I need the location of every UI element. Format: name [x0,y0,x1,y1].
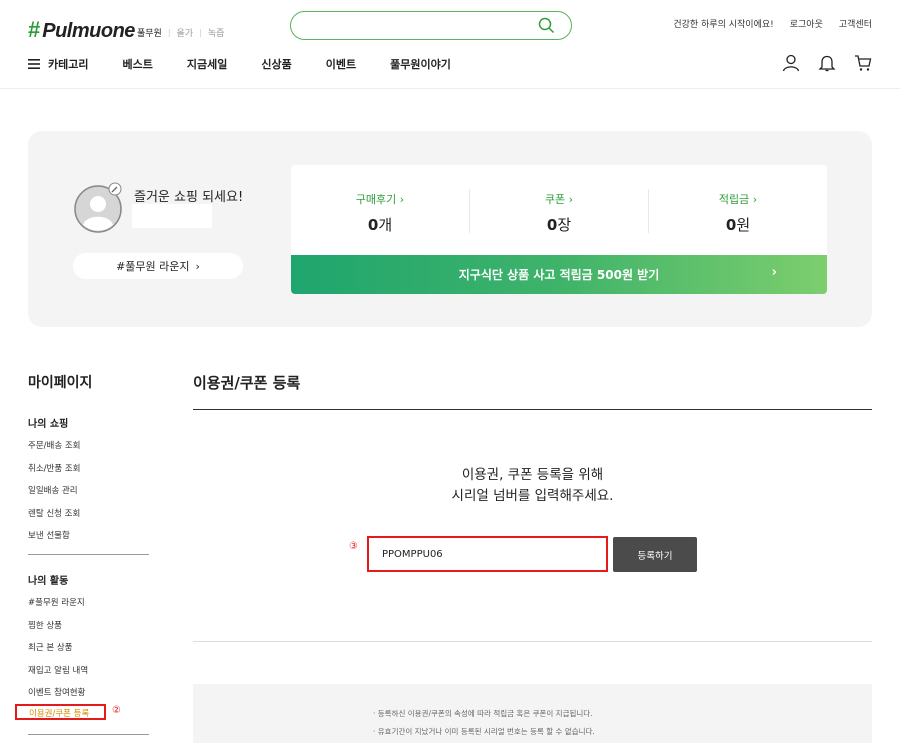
annotation-marker-3: ③ [349,541,358,552]
sidebar-item-orders[interactable]: 주문/배송 조회 [28,440,81,463]
avatar [73,182,123,233]
instruction-line: 이용권, 쿠폰 등록을 위해 [461,467,604,483]
sidebar-item-sent-gifts[interactable]: 보낸 선물함 [28,530,81,553]
sidebar-divider [28,734,149,735]
customer-center-link[interactable]: 고객센터 [839,17,872,30]
stat-value: 0 [546,216,558,234]
main-nav: 카테고리 베스트 지금세일 신상품 이벤트 풀무원이야기 [28,56,485,72]
stat-coupons[interactable]: 쿠폰 › 0장 [470,191,648,235]
sidebar-item-restock[interactable]: 재입고 알림 내역 [28,665,88,688]
greeting-text: 즐거운 쇼핑 되세요! [134,190,244,205]
nav-new[interactable]: 신상품 [261,56,291,72]
notice-line: · 유효기간이 지났거나 이미 등록된 시리얼 번호는 등록 할 수 없습니다. [373,727,595,736]
chevron-right-icon: › [568,193,574,206]
notice-line: · 등록하신 이용권/쿠폰의 속성에 따라 적립금 혹은 쿠폰이 지급됩니다. [373,709,593,718]
sidebar-item-lounge[interactable]: #풀무원 라운지 [28,597,88,620]
nav-story[interactable]: 풀무원이야기 [390,56,451,72]
category-menu-button[interactable]: 카테고리 [28,56,88,72]
nav-best[interactable]: 베스트 [122,56,152,72]
banner-text: 지구식단 상품 사고 적립금 500원 받기 [458,268,660,282]
serial-number-input[interactable] [382,538,602,570]
sidebar-group-activity: 나의 활동 #풀무원 라운지 찜한 상품 최근 본 상품 재입고 알림 내역 이… [28,572,88,710]
sidebar-item-daily-delivery[interactable]: 일일배송 관리 [28,485,81,508]
title-divider [193,409,872,410]
search-bar [290,11,572,40]
stat-value: 0 [725,216,737,234]
user-name-box [132,204,212,228]
stat-points[interactable]: 적립금 › 0원 [649,191,827,235]
logo-text: Pulmuone [42,20,135,42]
chevron-right-icon: › [399,193,405,206]
header-divider [0,88,900,89]
stat-label: 적립금 [718,193,750,206]
lounge-button[interactable]: #풀무원 라운지 › [73,253,243,279]
chevron-right-icon: › [752,193,758,206]
bell-icon[interactable] [818,54,836,76]
sidebar-item-rental[interactable]: 렌탈 신청 조회 [28,508,81,531]
sidebar-group-title: 나의 쇼핑 [28,419,69,430]
sidebar-item-cancel-return[interactable]: 취소/반품 조회 [28,463,81,486]
stats-card: 구매후기 › 0개 쿠폰 › 0장 적립금 › 0원 지구식단 상품 사고 적립… [291,165,827,294]
stat-unit: 개 [378,216,393,234]
promo-banner[interactable]: 지구식단 상품 사고 적립금 500원 받기 › [291,255,827,294]
nav-event[interactable]: 이벤트 [326,56,356,72]
annotation-marker-2: ② [112,705,121,716]
stat-value: 0 [367,216,379,234]
pulmuone-logo[interactable]: # Pulmuone [28,17,135,43]
sidebar-group-title: 나의 활동 [28,576,69,587]
notice-box: · 등록하신 이용권/쿠폰의 속성에 따라 적립금 혹은 쿠폰이 지급됩니다. … [193,684,872,743]
category-label: 카테고리 [48,58,89,71]
brand-link-pulmuone[interactable]: 풀무원 [137,26,162,39]
register-button[interactable]: 등록하기 [613,537,697,572]
sidebar-item-recent[interactable]: 최근 본 상품 [28,642,88,665]
sidebar-title: 마이페이지 [28,375,93,391]
nav-sale[interactable]: 지금세일 [187,56,227,72]
page-title: 이용권/쿠폰 등록 [193,374,301,392]
instruction-line: 시리얼 넘버를 입력해주세요. [451,488,614,504]
welcome-message: 건강한 하루의 시작이에요! [673,20,774,30]
search-input[interactable] [305,12,535,39]
stat-label: 쿠폰 [544,193,566,206]
stat-unit: 원 [736,216,751,234]
header-icons [782,54,872,76]
brand-link-orga[interactable]: 올가 [177,26,194,39]
brand-links: 풀무원 | 올가 | 녹즙 [137,26,224,39]
cart-icon[interactable] [854,54,872,76]
lounge-label: #풀무원 라운지 [116,260,190,273]
logout-link[interactable]: 로그아웃 [790,17,823,30]
brand-link-greenjuice[interactable]: 녹즙 [208,26,225,39]
separator: | [199,28,202,37]
stat-label: 구매후기 [355,193,397,206]
serial-input-wrapper [367,536,608,572]
chevron-right-icon: › [195,259,200,273]
sidebar-item-label: 이용권/쿠폰 등록 [29,709,90,719]
search-icon[interactable] [538,17,555,38]
logo-mark: # [28,17,41,42]
separator: | [167,28,171,37]
stat-reviews[interactable]: 구매후기 › 0개 [291,191,469,235]
chevron-right-icon: › [771,265,777,280]
section-divider [193,641,872,642]
sidebar-divider [28,554,149,555]
sidebar-item-wishlist[interactable]: 찜한 상품 [28,620,88,643]
hamburger-icon [28,59,40,69]
instruction-text: 이용권, 쿠폰 등록을 위해 시리얼 넘버를 입력해주세요. [193,465,872,507]
sidebar-item-coupon-register[interactable]: 이용권/쿠폰 등록 [15,704,106,720]
user-icon[interactable] [782,54,800,76]
sidebar-group-shopping: 나의 쇼핑 주문/배송 조회 취소/반품 조회 일일배송 관리 렌탈 신청 조회… [28,415,81,553]
utility-links: 건강한 하루의 시작이에요! 로그아웃 고객센터 [673,17,872,30]
stat-unit: 장 [557,216,572,234]
